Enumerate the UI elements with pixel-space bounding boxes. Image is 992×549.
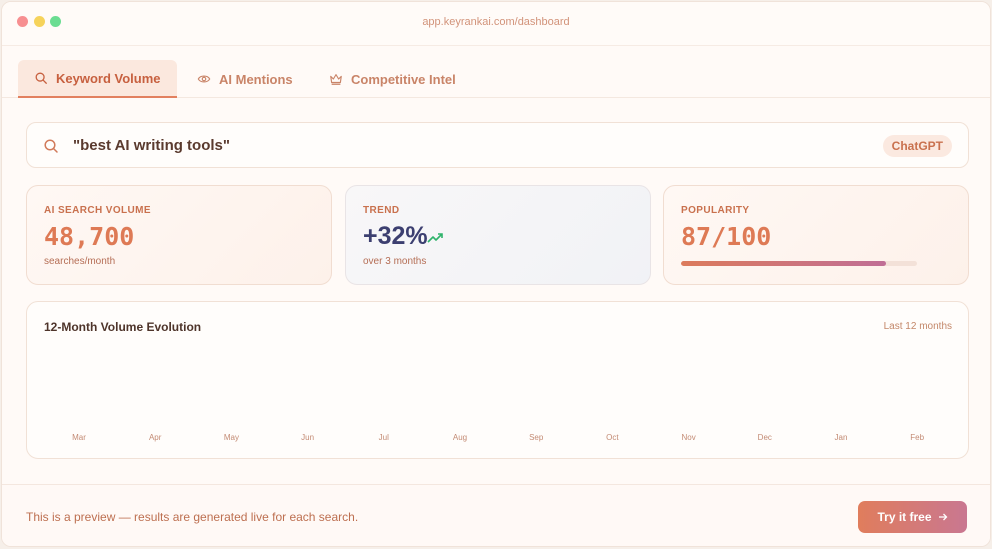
month-label: Sep xyxy=(529,433,544,442)
search-icon xyxy=(44,139,58,153)
crown-icon xyxy=(330,74,342,85)
month-label: Nov xyxy=(681,433,696,442)
month-axis: Mar Apr May Jun Jul Aug Sep Oct Nov Dec Jan Feb xyxy=(27,433,968,445)
month-label: Apr xyxy=(148,433,162,442)
browser-window: app.keyrankai.com/dashboard Keyword Volu… xyxy=(1,1,991,547)
month-label: Jun xyxy=(301,433,315,442)
stat-value: 48,700 xyxy=(44,222,135,251)
stat-value: +32% xyxy=(363,222,428,250)
tab-label: Keyword Volume xyxy=(56,70,161,86)
stat-card-popularity: POPULARITY 87/100 xyxy=(663,185,969,285)
stat-label: POPULARITY xyxy=(681,205,750,216)
month-label: Feb xyxy=(910,433,925,442)
month-label: Jan xyxy=(834,433,848,442)
stat-card-trend: TREND +32% over 3 months xyxy=(345,185,651,285)
month-label: Oct xyxy=(606,433,619,442)
month-label: Mar xyxy=(72,433,86,442)
try-it-free-button[interactable]: Try it free xyxy=(858,501,967,533)
volume-chart: 12-Month Volume Evolution Last 12 months… xyxy=(26,301,969,459)
stat-label: AI SEARCH VOLUME xyxy=(44,205,151,216)
button-label: Try it free xyxy=(877,510,932,524)
tab-competitive-intel[interactable]: Competitive Intel xyxy=(313,60,472,98)
stat-value: 87/100 xyxy=(681,222,772,251)
tab-keyword-volume[interactable]: Keyword Volume xyxy=(18,60,177,98)
url-display: app.keyrankai.com/dashboard xyxy=(422,16,570,28)
search-query[interactable]: "best AI writing tools" xyxy=(73,137,230,154)
chart-title: 12-Month Volume Evolution xyxy=(44,320,202,334)
month-label: Jul xyxy=(378,433,389,442)
stat-label: TREND xyxy=(363,205,400,216)
arrow-right-icon xyxy=(938,513,947,521)
tab-ai-mentions[interactable]: AI Mentions xyxy=(181,60,309,98)
eye-icon xyxy=(197,75,211,83)
stat-subtext: over 3 months xyxy=(363,256,427,267)
stat-card-volume: AI SEARCH VOLUME 48,700 searches/month xyxy=(26,185,332,285)
search-bar[interactable]: "best AI writing tools" ChatGPT xyxy=(26,122,969,168)
preview-note: This is a preview — results are generate… xyxy=(26,510,359,524)
title-bar: app.keyrankai.com/dashboard xyxy=(2,2,990,46)
tab-bar: Keyword Volume AI Mentions Competitive I… xyxy=(2,47,990,98)
footer: This is a preview — results are generate… xyxy=(2,484,990,546)
engine-badge[interactable]: ChatGPT xyxy=(882,135,952,157)
popularity-progress-fill xyxy=(681,261,887,266)
month-label: Aug xyxy=(452,433,468,442)
tab-label: Competitive Intel xyxy=(351,71,456,87)
month-label: Dec xyxy=(757,433,772,442)
trending-up-icon xyxy=(427,233,443,243)
tab-label: AI Mentions xyxy=(219,71,293,87)
month-label: May xyxy=(223,433,239,442)
chart-range-label[interactable]: Last 12 months xyxy=(884,321,952,332)
popularity-progress-bar xyxy=(681,261,917,266)
search-icon xyxy=(35,72,47,84)
stat-subtext: searches/month xyxy=(44,256,116,267)
